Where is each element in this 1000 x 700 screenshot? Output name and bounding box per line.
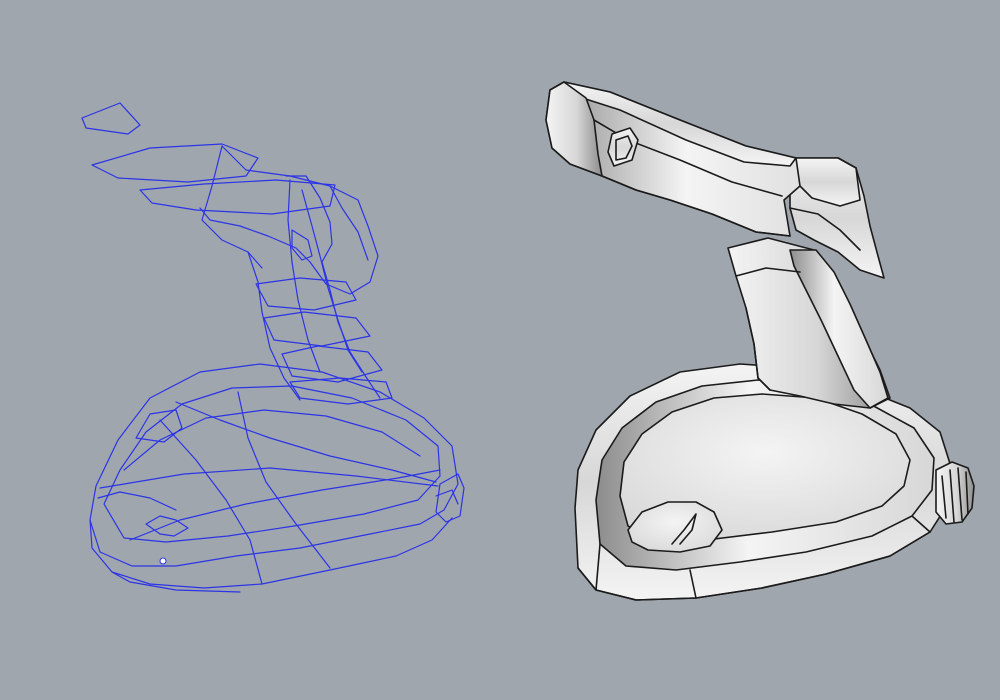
wire-section-3 [139,179,336,215]
cad-viewport[interactable] [0,0,1000,700]
wire-base-cross-2 [159,419,263,585]
wireframe-curves [81,102,465,593]
wire-base-outer [89,363,459,567]
wire-control-point[interactable] [159,557,167,565]
wire-section-top [81,102,141,135]
wire-head-left [201,145,263,269]
wire-section-6 [281,345,383,383]
wire-section-2 [91,143,259,183]
wire-head-right [329,185,369,261]
wire-base-rim [123,409,421,471]
wire-head-outline [199,145,379,295]
shaded-model[interactable] [500,0,1000,700]
wire-grip-right [321,261,381,399]
wire-notch [291,229,313,261]
wire-grip-left [247,251,301,401]
wire-front-edge [97,491,177,511]
wire-base-under [111,571,241,593]
wireframe-model[interactable] [0,0,500,700]
wire-base-cross-1 [99,467,439,489]
wire-section-4 [255,277,357,311]
wire-section-5 [263,311,371,347]
wire-base-cross-3 [237,391,331,569]
shaded-geometry [545,81,975,601]
